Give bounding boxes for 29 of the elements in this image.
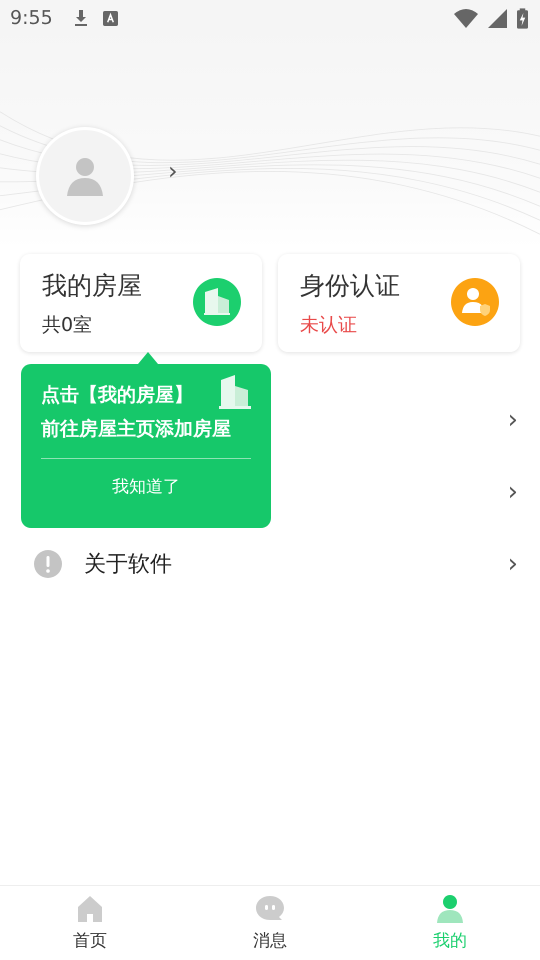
- building-icon: [192, 278, 242, 328]
- download-icon: [72, 9, 89, 27]
- user-shield-icon: [450, 278, 500, 328]
- info-icon: [34, 550, 62, 578]
- chevron[interactable]: ›: [168, 157, 178, 185]
- battery-icon: [517, 8, 528, 28]
- wifi-icon: [454, 8, 478, 28]
- chat-icon: [255, 894, 285, 922]
- card-status: 共0室: [42, 312, 94, 338]
- person-icon: [435, 894, 465, 922]
- person-icon: [67, 156, 103, 196]
- card-title: 身份认证: [300, 270, 401, 302]
- menu-label[interactable]: 关于软件: [84, 549, 172, 579]
- card-title: 我的房屋: [42, 270, 143, 302]
- card[interactable]: 我的房屋 共0室: [20, 254, 262, 352]
- status-time: 9:55: [10, 7, 53, 29]
- card[interactable]: 身份认证 未认证: [278, 254, 520, 352]
- home-icon: [76, 894, 104, 922]
- chevron[interactable]: ›: [508, 549, 518, 579]
- chevron[interactable]: ›: [508, 405, 518, 435]
- nav-tab[interactable]: 首页: [0, 886, 180, 960]
- building-icon: [217, 374, 253, 410]
- tooltip-text: 点击【我的房屋】: [41, 383, 194, 408]
- chevron[interactable]: ›: [508, 477, 518, 507]
- tooltip-text: 前往房屋主页添加房屋: [41, 417, 231, 442]
- nav-tab[interactable]: 消息: [180, 886, 360, 960]
- card-status: 未认证: [300, 312, 358, 338]
- signal-icon: [488, 8, 507, 28]
- keyboard-icon: [102, 10, 118, 26]
